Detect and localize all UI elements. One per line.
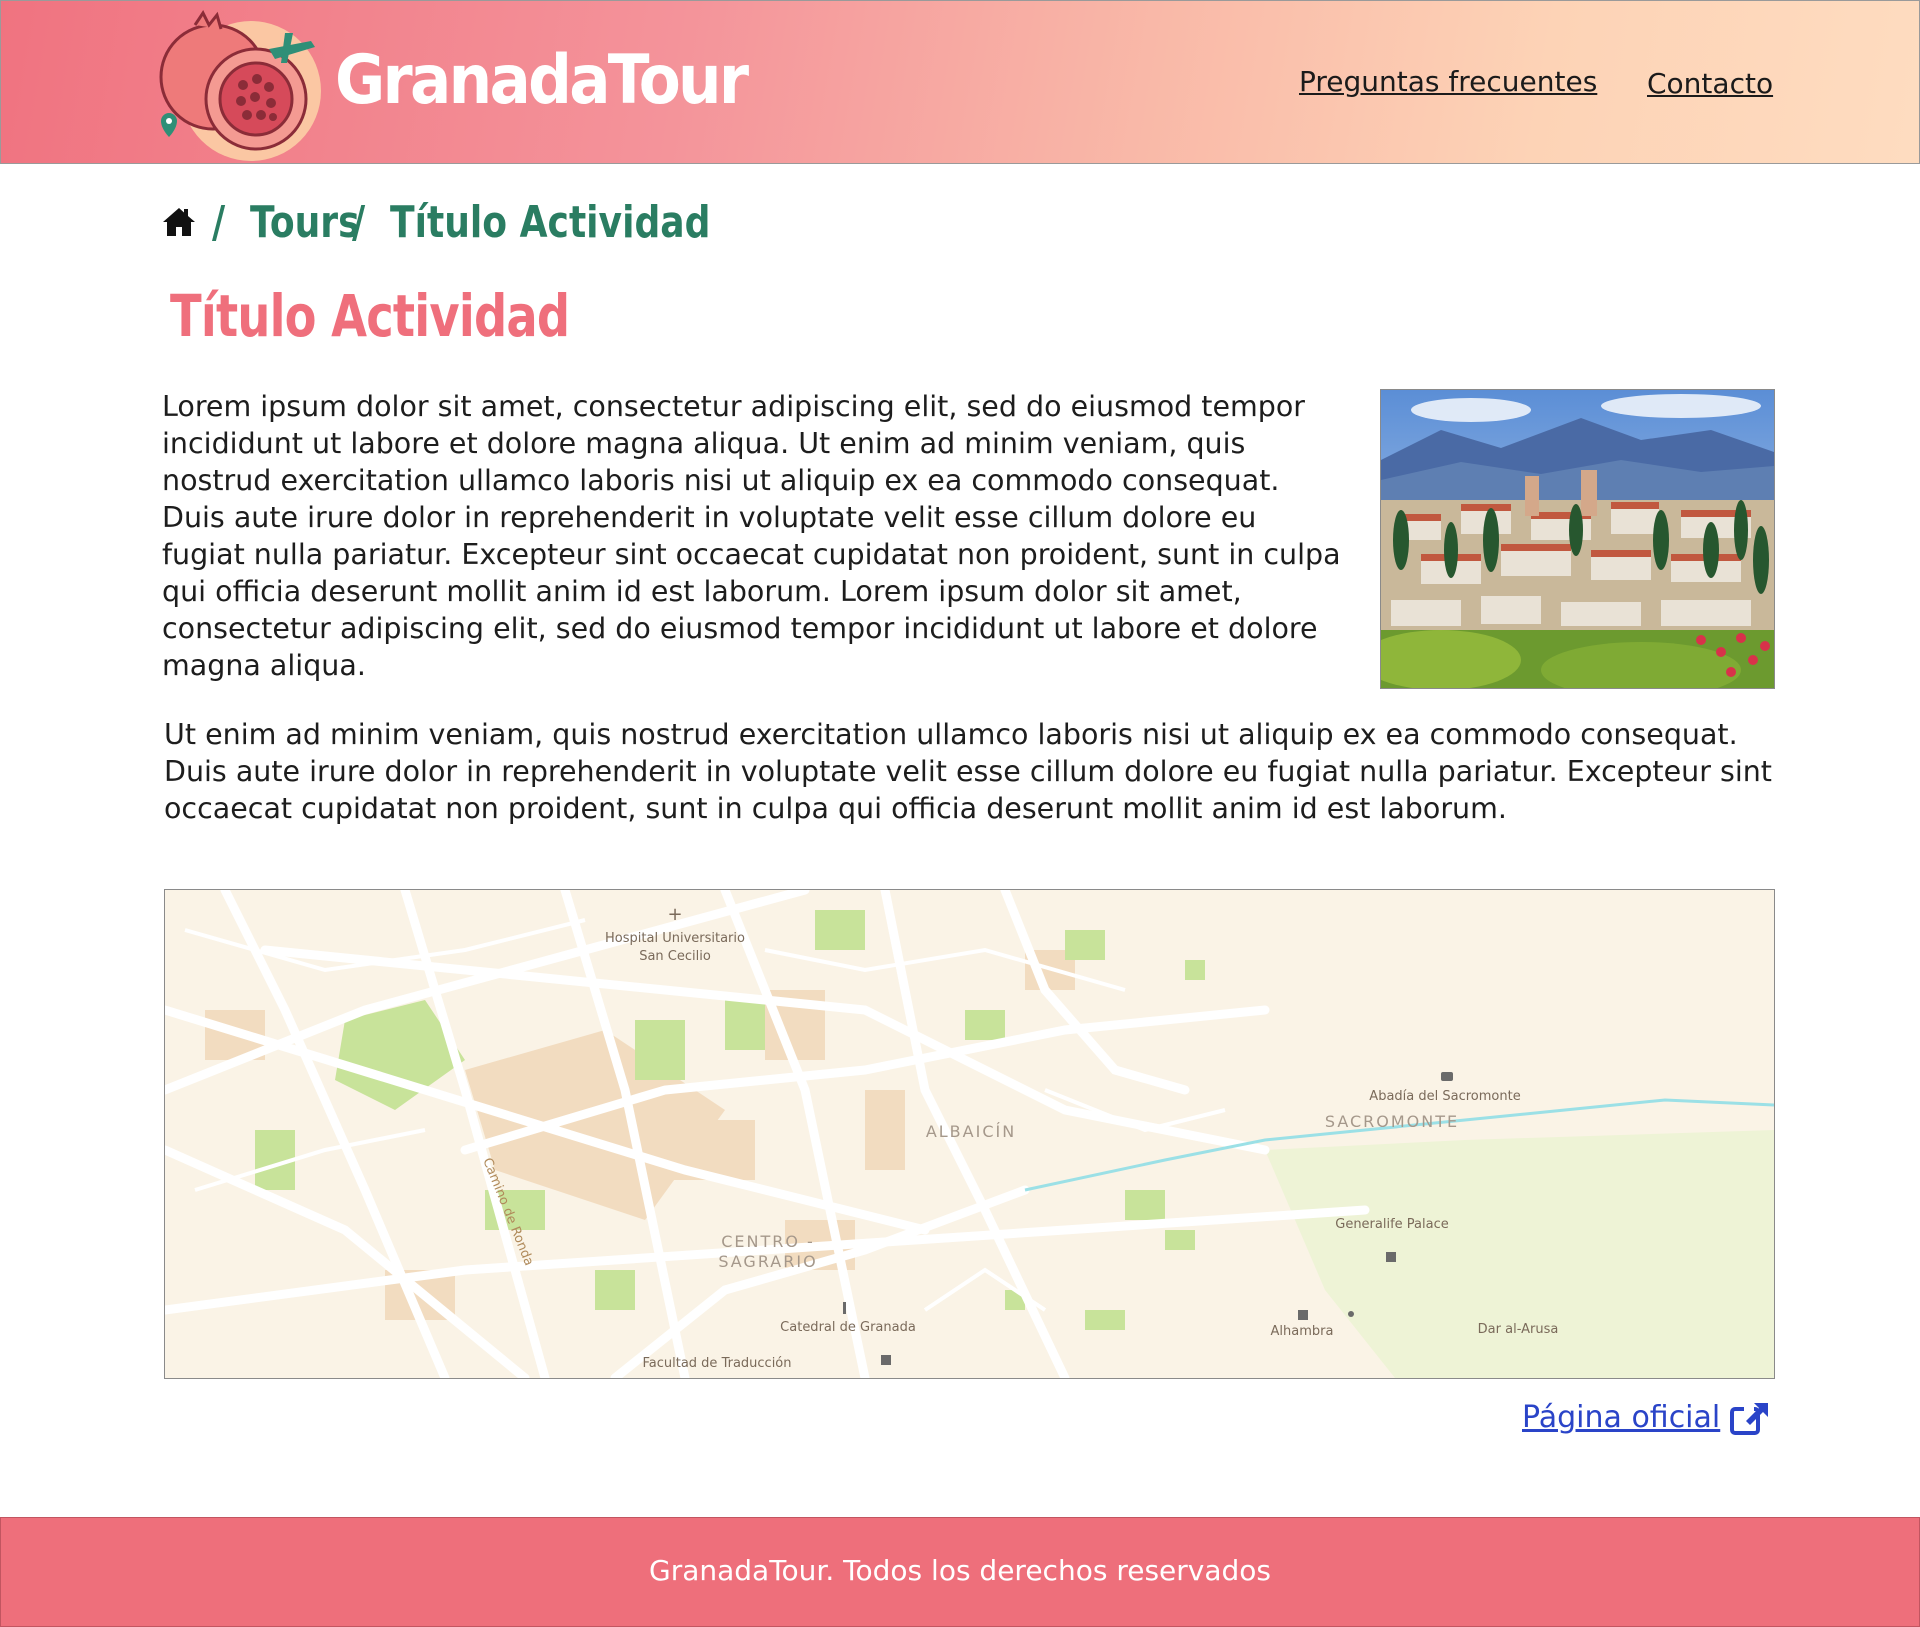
activity-photo xyxy=(1380,389,1775,689)
map-label-facultad: Facultad de Traducción xyxy=(642,1356,791,1371)
map-label-dar: Dar al-Arusa xyxy=(1478,1322,1559,1337)
map-label-hospital-2: San Cecilio xyxy=(639,949,711,964)
map-label-catedral: Catedral de Granada xyxy=(780,1320,916,1335)
official-page-link[interactable]: Página oficial xyxy=(1522,1400,1770,1435)
map-label-abadia: Abadía del Sacromonte xyxy=(1369,1089,1520,1104)
breadcrumb-current: Título Actividad xyxy=(390,196,711,248)
external-link-icon[interactable] xyxy=(1730,1401,1770,1435)
description-paragraph-2: Ut enim ad minim veniam, quis nostrud ex… xyxy=(164,718,1772,825)
breadcrumb-separator: / xyxy=(212,196,226,248)
map-label-alhambra: Alhambra xyxy=(1271,1324,1334,1339)
breadcrumb: / Tours / Título Actividad xyxy=(162,196,777,248)
pomegranate-plane-logo-icon[interactable] xyxy=(151,9,321,161)
home-icon[interactable] xyxy=(162,206,196,238)
brand-name[interactable]: GranadaTour xyxy=(335,41,749,120)
nav-contact-link[interactable]: Contacto xyxy=(1647,67,1773,100)
location-map[interactable]: + Hospital Universitario San Cecilio Aba… xyxy=(164,889,1775,1379)
site-footer: GranadaTour. Todos los derechos reservad… xyxy=(0,1517,1920,1627)
map-label-centro: CENTRO - xyxy=(721,1232,815,1251)
nav-faq-link[interactable]: Preguntas frecuentes xyxy=(1299,65,1597,98)
map-label-sagrario: SAGRARIO xyxy=(718,1252,817,1271)
map-label-hospital: Hospital Universitario xyxy=(605,931,745,946)
description-paragraph-1: Lorem ipsum dolor sit amet, consectetur … xyxy=(162,390,1341,682)
svg-text:+: + xyxy=(667,904,682,925)
map-label-generalife: Generalife Palace xyxy=(1335,1217,1449,1232)
official-page-label[interactable]: Página oficial xyxy=(1522,1400,1720,1435)
breadcrumb-separator: / xyxy=(352,196,366,248)
map-label-albaicin: ALBAICÍN xyxy=(926,1122,1016,1141)
breadcrumb-tours-link[interactable]: Tours xyxy=(250,197,360,248)
page-title: Título Actividad xyxy=(170,282,570,350)
footer-copyright: GranadaTour. Todos los derechos reservad… xyxy=(649,1554,1271,1587)
map-label-sacromonte: SACROMONTE xyxy=(1325,1112,1459,1131)
site-header: GranadaTour Preguntas frecuentes Contact… xyxy=(0,0,1920,164)
